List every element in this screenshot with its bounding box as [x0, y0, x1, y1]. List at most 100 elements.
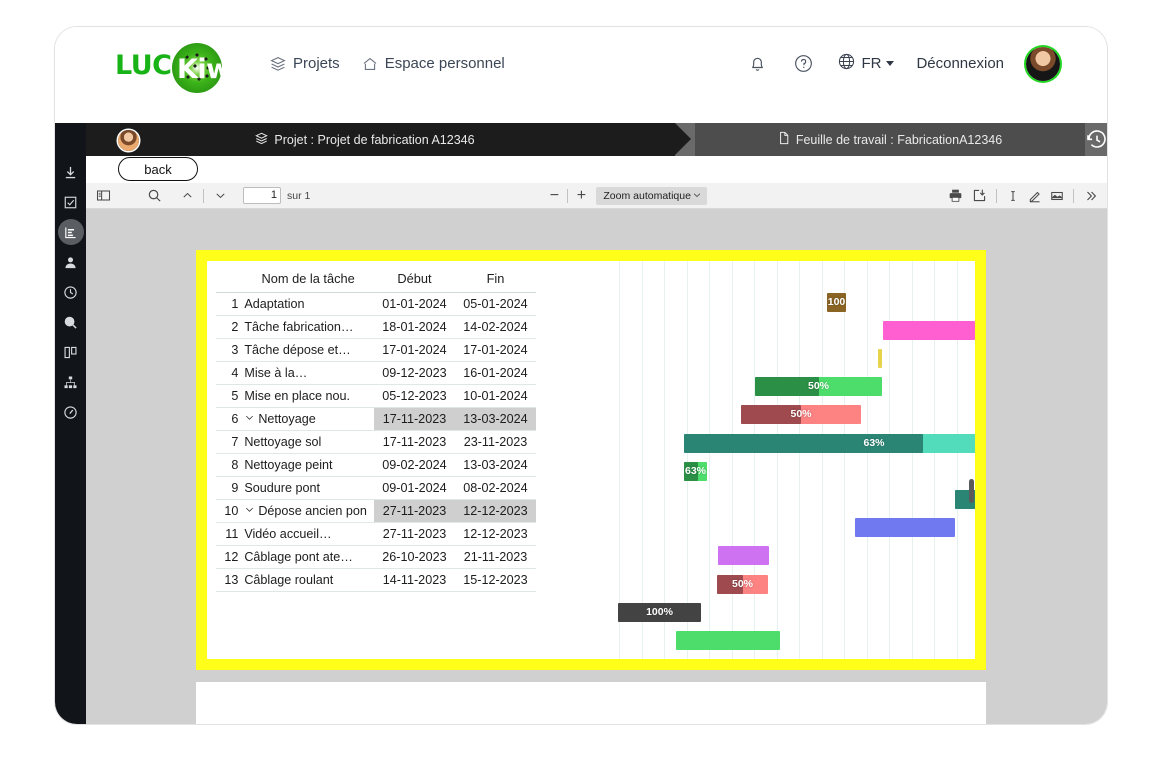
- task-name: Nettoyage: [242, 407, 374, 431]
- task-end: 13-03-2024: [454, 407, 536, 431]
- nav-item-espace-personnel[interactable]: Espace personnel: [362, 55, 505, 72]
- language-selector[interactable]: FR: [837, 52, 895, 75]
- task-name-label: Tâche fabrication…: [244, 320, 354, 334]
- gantt-bar[interactable]: [883, 320, 975, 340]
- help-circle-icon[interactable]: [791, 52, 815, 76]
- gantt-bar[interactable]: 50%: [717, 574, 768, 594]
- gridline: [619, 261, 620, 659]
- table-row[interactable]: 11 Vidéo accueil… 27-11-2023 12-12-2023: [216, 522, 536, 546]
- text-select-icon[interactable]: [1002, 183, 1024, 209]
- gantt-bar[interactable]: [718, 546, 769, 566]
- gantt-bar[interactable]: 100: [827, 292, 846, 312]
- task-index: 9: [216, 476, 243, 500]
- zoom-select-label: Zoom automatique: [603, 189, 691, 202]
- gridline: [731, 261, 733, 659]
- gantt-bar[interactable]: [855, 518, 955, 538]
- table-row[interactable]: 3 Tâche dépose et… 17-01-2024 17-01-2024: [216, 338, 536, 362]
- nav-item-projets[interactable]: Projets: [270, 55, 340, 72]
- task-name: Nettoyage peint: [242, 453, 374, 477]
- gantt-bar[interactable]: 50%: [741, 405, 861, 425]
- task-index: 6: [216, 407, 243, 431]
- task-name-label: Nettoyage: [258, 412, 316, 426]
- task-start: 17-11-2023: [373, 430, 455, 454]
- table-header-row: Nom de la tâche Début Fin: [216, 266, 536, 293]
- sidebar-item-kanban[interactable]: [58, 339, 84, 365]
- chevron-down-icon[interactable]: [244, 504, 255, 518]
- table-row[interactable]: 4 Mise à la… 09-12-2023 16-01-2024: [216, 361, 536, 385]
- logout-button[interactable]: Déconnexion: [916, 55, 1004, 72]
- page-number-input[interactable]: 1: [243, 187, 281, 204]
- col-start: Début: [373, 266, 455, 293]
- pdf-canvas-area[interactable]: Nom de la tâche Début Fin 1 Adaptation 01-…: [86, 209, 1107, 724]
- sidebar-toggle-icon[interactable]: [90, 183, 116, 209]
- image-icon[interactable]: [1046, 183, 1068, 209]
- chevron-down-icon[interactable]: [209, 183, 231, 209]
- task-index: 2: [216, 315, 243, 339]
- notification-bell-icon[interactable]: [745, 52, 769, 76]
- table-row[interactable]: 9 Soudure pont 09-01-2024 08-02-2024: [216, 476, 536, 500]
- zoom-select[interactable]: Zoom automatique: [596, 186, 707, 205]
- task-end: 17-01-2024: [454, 338, 536, 362]
- print-icon[interactable]: [943, 183, 967, 209]
- sidebar-item-search-stats[interactable]: [58, 309, 84, 335]
- chevron-down-icon[interactable]: [244, 412, 255, 426]
- table-row[interactable]: 6 Nettoyage 17-11-2023 13-03-2024: [216, 407, 536, 431]
- task-start: 01-01-2024: [373, 292, 455, 316]
- zoom-in-button[interactable]: +: [573, 187, 589, 205]
- app-window: LUC Kiwi Projets Espace personnel FR Déc…: [55, 27, 1107, 724]
- gantt-bar[interactable]: [676, 630, 780, 650]
- table-row[interactable]: 5 Mise en place nou. 05-12-2023 10-01-2024: [216, 384, 536, 408]
- back-button[interactable]: back: [118, 157, 198, 181]
- task-end: 23-11-2023: [454, 430, 536, 454]
- task-index: 7: [216, 430, 243, 454]
- pdf-toolbar: 1 sur 1 − + Zoom automatique: [86, 183, 1107, 209]
- sidebar-item-clock[interactable]: [58, 279, 84, 305]
- draw-icon[interactable]: [1024, 183, 1046, 209]
- task-start: 17-01-2024: [373, 338, 455, 362]
- task-start: 18-01-2024: [373, 315, 455, 339]
- gantt-bar[interactable]: 100%: [618, 602, 701, 622]
- table-row[interactable]: 2 Tâche fabrication… 18-01-2024 14-02-2024: [216, 315, 536, 339]
- gantt-bar-progress-label: 100: [827, 295, 846, 308]
- double-chevron-right-icon[interactable]: [1079, 183, 1103, 209]
- gantt-bar[interactable]: 63%: [684, 461, 707, 481]
- zoom-out-button[interactable]: −: [546, 187, 562, 205]
- layers-icon: [255, 132, 269, 148]
- scrollbar-thumb[interactable]: [969, 479, 974, 503]
- task-start: 05-12-2023: [373, 384, 455, 408]
- gantt-bar[interactable]: 63%: [684, 433, 975, 453]
- sidebar-item-gantt[interactable]: [57, 219, 84, 245]
- sidebar-item-checklist[interactable]: [58, 189, 84, 215]
- chevron-down-icon: [692, 190, 702, 203]
- gridline: [799, 261, 800, 659]
- task-end: 13-03-2024: [454, 453, 536, 477]
- chevron-up-icon[interactable]: [176, 183, 198, 209]
- history-icon[interactable]: [1085, 128, 1107, 152]
- user-avatar[interactable]: [1026, 46, 1060, 81]
- gantt-bar[interactable]: [878, 348, 882, 368]
- task-end: 16-01-2024: [454, 361, 536, 385]
- sidebar-item-gauge[interactable]: [58, 399, 84, 425]
- brand-logo[interactable]: LUC Kiwi: [115, 41, 265, 93]
- table-row[interactable]: 8 Nettoyage peint 09-02-2024 13-03-2024: [216, 453, 536, 477]
- gantt-bar[interactable]: 50%: [755, 377, 882, 397]
- sidebar-item-download[interactable]: [58, 159, 84, 185]
- breadcrumb-worksheet[interactable]: Feuille de travail : FabricationA12346: [695, 123, 1085, 156]
- table-row[interactable]: 7 Nettoyage sol 17-11-2023 23-11-2023: [216, 430, 536, 454]
- task-name: Câblage roulant: [242, 568, 374, 592]
- rail-user-avatar[interactable]: [118, 130, 139, 151]
- sidebar-item-org-chart[interactable]: [58, 369, 84, 395]
- table-row[interactable]: 13 Câblage roulant 14-11-2023 15-12-2023: [216, 568, 536, 592]
- nav-label-projets: Projets: [293, 55, 340, 72]
- search-icon[interactable]: [140, 183, 168, 209]
- sidebar-item-user[interactable]: [58, 249, 84, 275]
- save-icon[interactable]: [967, 183, 991, 209]
- table-row[interactable]: 12 Câblage pont ate… 26-10-2023 21-11-2023: [216, 545, 536, 569]
- task-name-label: Soudure pont: [244, 481, 320, 495]
- task-index: 11: [216, 522, 243, 546]
- breadcrumb-project[interactable]: Projet : Projet de fabrication A12346: [55, 123, 691, 156]
- table-row[interactable]: 10 Dépose ancien pon 27-11-2023 12-12-2023: [216, 499, 536, 523]
- task-index: 8: [216, 453, 243, 477]
- table-row[interactable]: 1 Adaptation 01-01-2024 05-01-2024: [216, 292, 536, 316]
- gantt-bar-progress-label: 63%: [684, 464, 706, 477]
